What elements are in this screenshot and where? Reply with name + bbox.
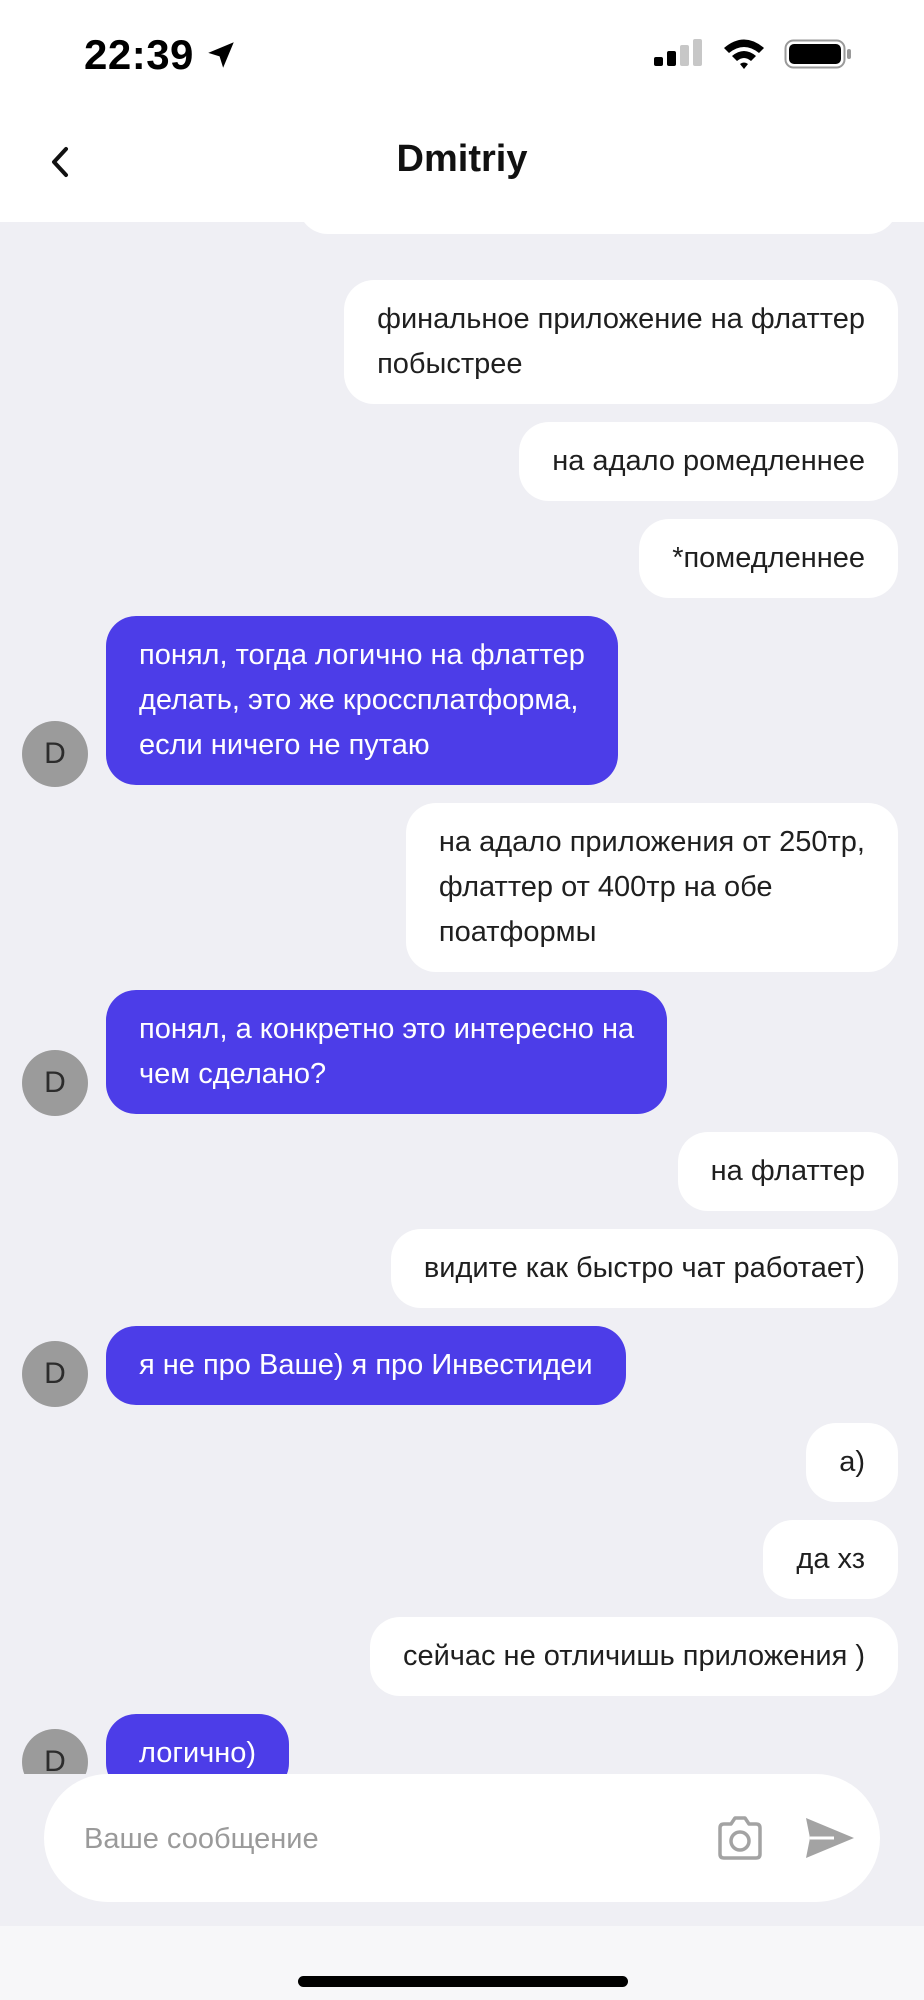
outgoing-message-bubble[interactable]: на адало приложения от 250тр, флаттер от … bbox=[405, 803, 898, 972]
message-input[interactable] bbox=[82, 1808, 706, 1870]
outgoing-message-bubble[interactable]: *помедленнее bbox=[639, 519, 898, 598]
status-time-text: 22:39 bbox=[84, 31, 194, 78]
message-text-line: на адало ромедленнее bbox=[552, 445, 865, 477]
message-text-line: на флаттер bbox=[710, 1155, 865, 1187]
avatar[interactable]: D bbox=[22, 721, 88, 787]
avatar[interactable]: D bbox=[22, 1729, 88, 1774]
message-text-line: а) bbox=[839, 1446, 865, 1478]
message-text-line: на адало приложения от 250тр, bbox=[438, 826, 865, 858]
incoming-message-row: понял, а конкретно это интересно на чем с… bbox=[0, 990, 924, 1116]
message-text-line: побыстрее bbox=[377, 348, 523, 380]
send-icon[interactable] bbox=[800, 1808, 860, 1868]
outgoing-message-row: на адало ромедленнее bbox=[0, 422, 924, 501]
message-bubble-partial bbox=[298, 222, 898, 234]
incoming-message-bubble[interactable]: понял, а конкретно это интересно на чем с… bbox=[106, 990, 668, 1114]
outgoing-message-row: сейчас не отличишь приложения ) bbox=[0, 1617, 924, 1696]
outgoing-message-bubble[interactable]: финальное приложение на флаттер побыстрее bbox=[344, 280, 898, 404]
outgoing-message-row: да хз bbox=[0, 1520, 924, 1599]
top-bar: 22:39 Dmitriy bbox=[0, 0, 924, 222]
home-indicator[interactable] bbox=[298, 1976, 628, 1987]
location-arrow-icon bbox=[208, 42, 234, 68]
message-text-line: если ничего не путаю bbox=[139, 729, 430, 761]
incoming-message-row: логично) D bbox=[0, 1714, 924, 1774]
message-text-line: делать, это же кроссплатформа, bbox=[139, 684, 579, 716]
chat-title: Dmitriy bbox=[396, 138, 528, 180]
message-list[interactable]: финальное приложение на флаттер побыстрее… bbox=[0, 222, 924, 1774]
message-text-line: сейчас не отличишь приложения ) bbox=[402, 1640, 865, 1672]
camera-icon[interactable] bbox=[712, 1810, 768, 1866]
outgoing-message-row: финальное приложение на флаттер побыстрее bbox=[0, 280, 924, 404]
outgoing-message-bubble[interactable]: видите как быстро чат работает) bbox=[390, 1229, 898, 1308]
battery-icon bbox=[784, 39, 851, 69]
composer-area bbox=[0, 1774, 924, 1926]
incoming-message-bubble[interactable]: логично) bbox=[106, 1714, 290, 1774]
status-bar-indicators bbox=[654, 34, 854, 74]
incoming-message-row: понял, тогда логично на флаттер делать, э… bbox=[0, 616, 924, 787]
outgoing-message-bubble[interactable]: а) bbox=[806, 1423, 898, 1502]
avatar[interactable]: D bbox=[22, 1341, 88, 1407]
wifi-icon bbox=[724, 39, 764, 69]
message-composer bbox=[44, 1774, 880, 1902]
outgoing-message-row: на адало приложения от 250тр, флаттер от … bbox=[0, 803, 924, 972]
incoming-message-row: я не про Ваше) я про Инвестидеи D bbox=[0, 1326, 924, 1407]
home-indicator-area bbox=[0, 1926, 924, 2000]
outgoing-message-row: на флаттер bbox=[0, 1132, 924, 1211]
status-bar-time: 22:39 bbox=[84, 28, 238, 82]
chat-screen: 22:39 Dmitriy финальное приложение на фл… bbox=[0, 0, 924, 2000]
outgoing-message-row: а) bbox=[0, 1423, 924, 1502]
outgoing-message-row: *помедленнее bbox=[0, 519, 924, 598]
message-text-line: *помедленнее bbox=[672, 542, 865, 574]
incoming-message-bubble[interactable]: я не про Ваше) я про Инвестидеи bbox=[106, 1326, 626, 1405]
outgoing-message-bubble[interactable]: на флаттер bbox=[677, 1132, 898, 1211]
message-text-line: флаттер от 400тр на обе bbox=[438, 871, 773, 903]
cellular-signal-icon bbox=[654, 39, 702, 66]
avatar[interactable]: D bbox=[22, 1050, 88, 1116]
message-text-line: понял, а конкретно это интересно на bbox=[139, 1013, 635, 1045]
message-text-line: я не про Ваше) я про Инвестидеи bbox=[139, 1349, 593, 1381]
message-text-line: поатформы bbox=[438, 916, 597, 948]
outgoing-message-bubble[interactable]: да хз bbox=[763, 1520, 898, 1599]
message-text-line: понял, тогда логично на флаттер bbox=[139, 639, 585, 671]
message-text-line: видите как быстро чат работает) bbox=[423, 1252, 865, 1284]
incoming-message-bubble[interactable]: понял, тогда логично на флаттер делать, э… bbox=[106, 616, 618, 785]
outgoing-message-row: видите как быстро чат работает) bbox=[0, 1229, 924, 1308]
outgoing-message-bubble[interactable]: на адало ромедленнее bbox=[519, 422, 898, 501]
message-text-line: финальное приложение на флаттер bbox=[377, 303, 865, 335]
message-text-line: да хз bbox=[796, 1543, 865, 1575]
message-text-line: логично) bbox=[139, 1737, 257, 1769]
outgoing-message-bubble[interactable]: сейчас не отличишь приложения ) bbox=[369, 1617, 898, 1696]
message-text-line: чем сделано? bbox=[139, 1058, 327, 1090]
